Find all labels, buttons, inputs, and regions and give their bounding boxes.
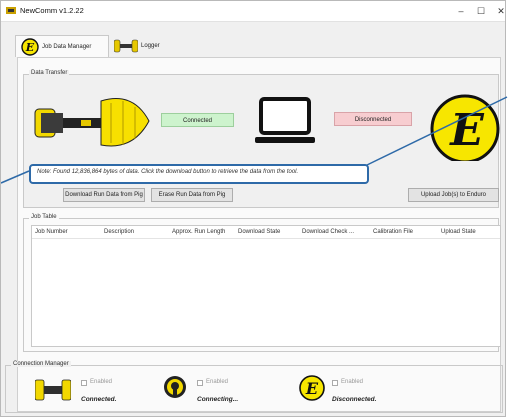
minimize-button[interactable]: –: [452, 4, 470, 18]
connection-manager-group: Connection Manager: [5, 361, 503, 413]
window-title: NewComm v1.2.22: [20, 6, 84, 15]
enabled-checkbox[interactable]: [332, 380, 338, 386]
col-description[interactable]: Description: [104, 229, 134, 235]
tab-label: Job Data Manager: [42, 43, 92, 50]
enabled-label: Enabled: [341, 379, 364, 385]
pig-tool-icon: [114, 39, 138, 53]
col-run-length[interactable]: Approx. Run Length: [172, 229, 225, 235]
app-window: NewComm v1.2.22 – ☐ ✕ E Job Data Manager…: [0, 0, 508, 417]
tab-job-data-manager[interactable]: E Job Data Manager: [15, 35, 109, 57]
erase-run-data-button[interactable]: Erase Run Data from Pig: [151, 188, 233, 202]
callout-pointer: [1, 96, 508, 184]
maximize-button[interactable]: ☐: [472, 4, 490, 18]
tab-logger[interactable]: Logger: [109, 35, 171, 57]
job-table[interactable]: [31, 225, 501, 347]
app-icon: [6, 7, 16, 14]
tab-label: Logger: [141, 43, 160, 49]
group-title: Data Transfer: [29, 70, 70, 76]
note-callout: Note: Found 12,836,864 bytes of data. Cl…: [29, 164, 369, 184]
col-calibration-file[interactable]: Calibration File: [373, 229, 413, 235]
svg-text:E: E: [305, 379, 319, 398]
col-download-check[interactable]: Download Check ...: [302, 229, 354, 235]
enabled-checkbox[interactable]: [81, 380, 87, 386]
col-download-state[interactable]: Download State: [238, 229, 280, 235]
group-title: Job Table: [29, 214, 59, 220]
device-status: Connected.: [81, 396, 117, 403]
device-status: Connecting...: [197, 396, 239, 403]
beacon-icon: [164, 376, 186, 398]
enduro-logo-icon: E: [21, 37, 39, 56]
close-button[interactable]: ✕: [492, 4, 508, 18]
col-job-number[interactable]: Job Number: [35, 229, 68, 235]
data-found-note: Note: Found 12,836,864 bytes of data. Cl…: [37, 169, 299, 175]
device-status: Disconnected.: [332, 396, 377, 403]
svg-text:E: E: [25, 41, 35, 54]
upload-jobs-button[interactable]: Upload Job(s) to Enduro: [408, 188, 499, 202]
group-title: Connection Manager: [11, 361, 71, 367]
download-run-data-button[interactable]: Download Run Data from Pig: [63, 188, 145, 202]
title-bar: NewComm v1.2.22 – ☐ ✕: [1, 1, 505, 22]
enabled-checkbox[interactable]: [197, 380, 203, 386]
pig-tool-icon: [35, 379, 71, 401]
enabled-label: Enabled: [90, 379, 113, 385]
col-upload-state[interactable]: Upload State: [441, 229, 476, 235]
enabled-label: Enabled: [206, 379, 229, 385]
enduro-logo-icon: E: [299, 375, 325, 401]
